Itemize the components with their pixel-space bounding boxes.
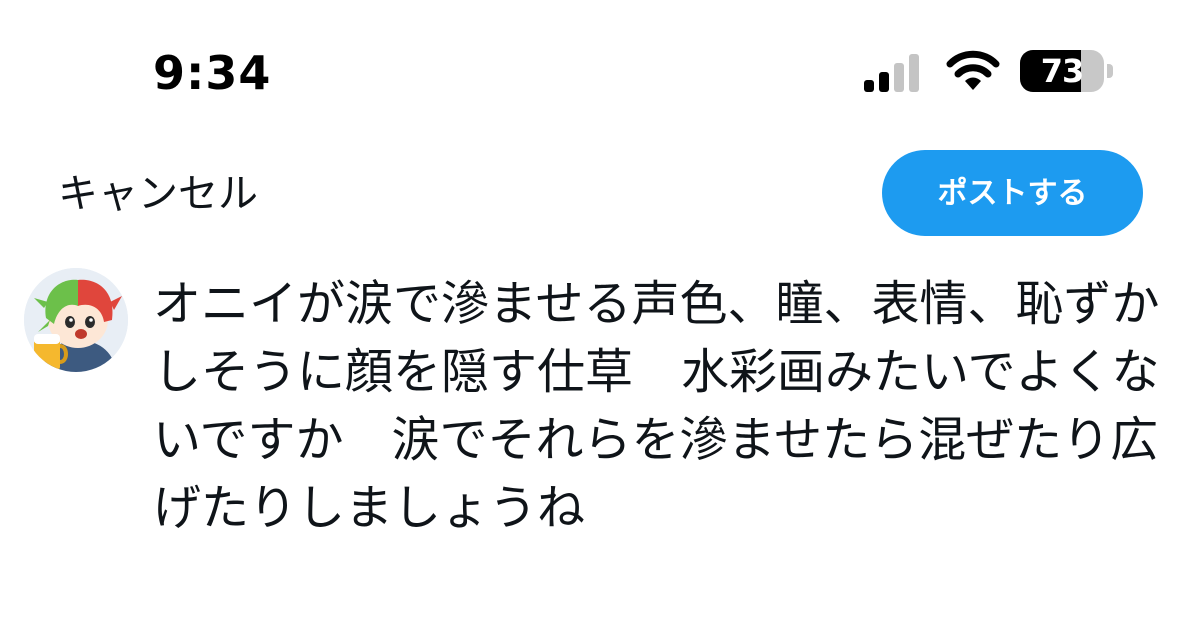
battery-tip [1107,64,1113,78]
wifi-icon [946,50,1000,90]
compose-text[interactable]: オニイが涙で滲ませる声色、瞳、表情、恥ずかしそうに顔を隠す仕草 水彩画みたいでよ… [153,270,1163,542]
post-button[interactable]: ポストする [882,150,1143,236]
avatar-illustration [24,268,128,372]
signal-bar-4 [909,54,919,92]
signal-bar-3 [894,63,904,92]
signal-bar-1 [864,80,874,92]
cancel-button[interactable]: キャンセル [58,170,258,218]
battery-level: 73 [1040,52,1085,90]
status-time: 9:34 [153,46,272,100]
cellular-signal-icon [864,54,919,92]
battery-body: 73 [1020,50,1104,92]
battery-icon: 73 [1020,50,1114,92]
avatar[interactable] [24,268,128,372]
signal-bar-2 [879,72,889,92]
